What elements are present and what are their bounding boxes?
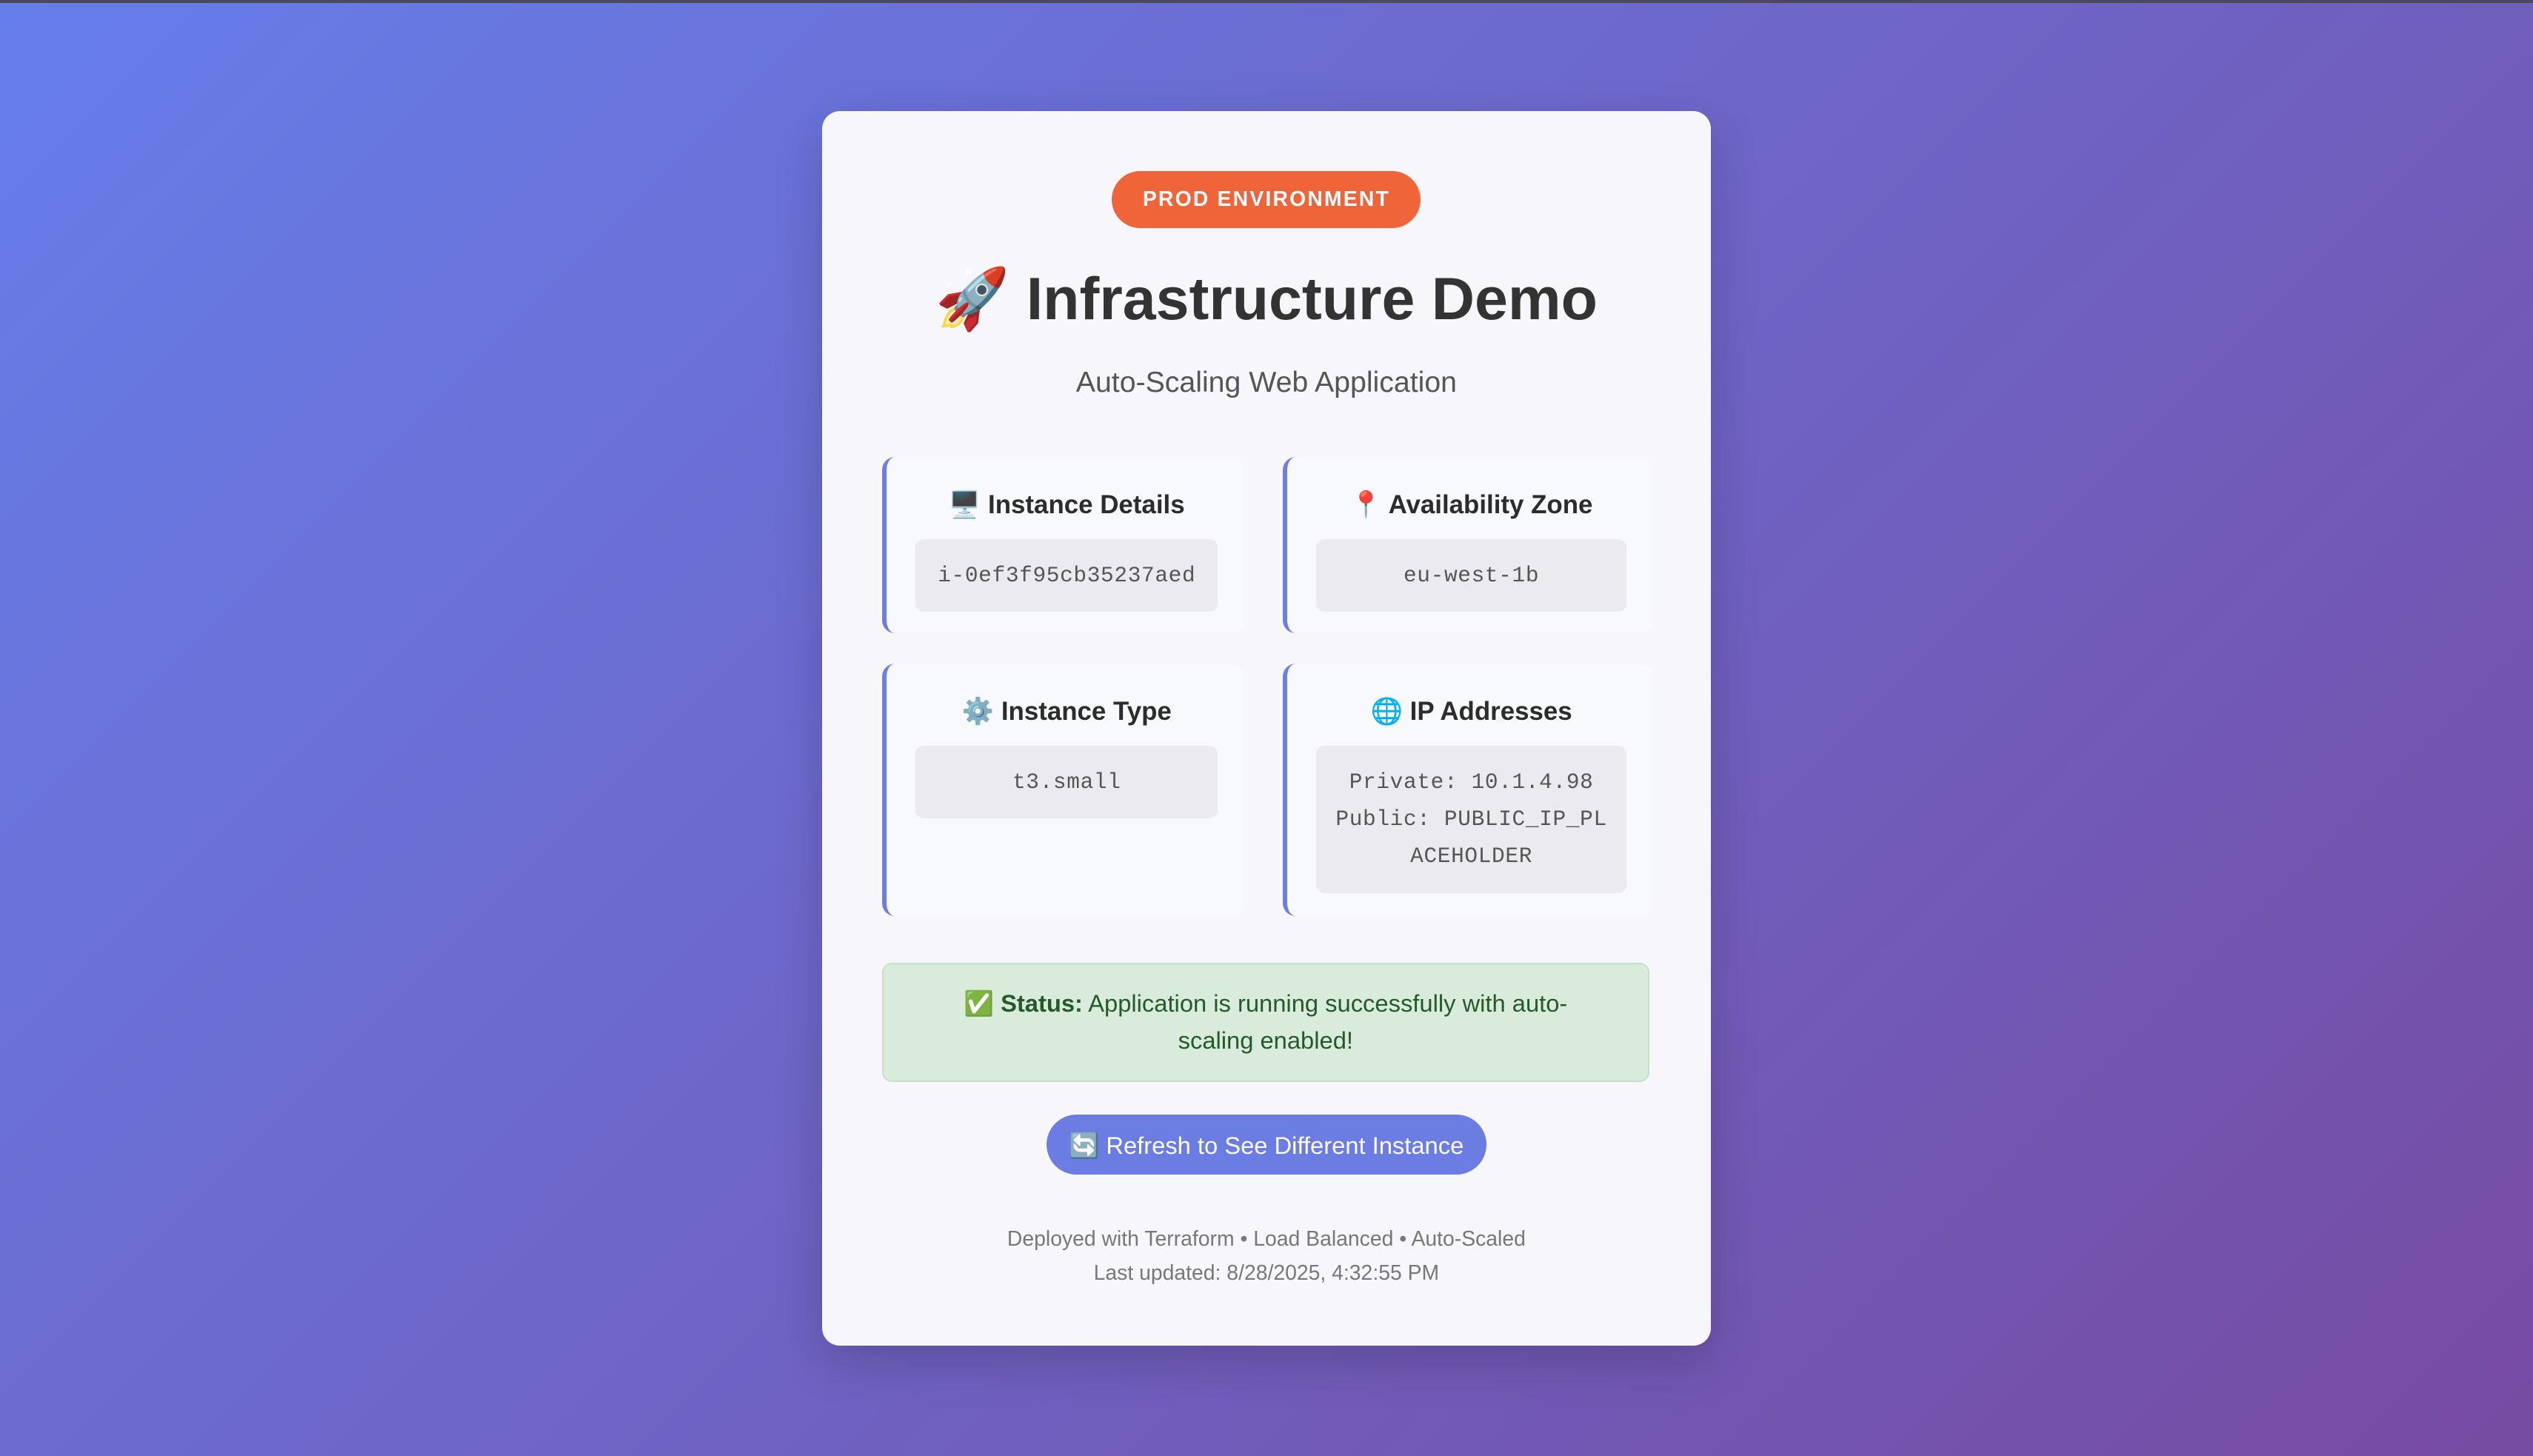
instance-details-card: 🖥️ Instance Details i-0ef3f95cb35237aed [881, 457, 1244, 633]
refresh-icon: 🔄 [1069, 1132, 1100, 1160]
status-text: Application is running successfully with… [1088, 989, 1568, 1055]
status-message: ✅ Status: Application is running success… [881, 962, 1649, 1083]
page-subtitle: Auto-Scaling Web Application [1075, 366, 1457, 399]
instance-type-card: ⚙️ Instance Type t3.small [881, 664, 1244, 916]
footer-last-updated: Last updated: 8/28/2025, 4:32:55 PM [1093, 1260, 1440, 1285]
page-title-text: Infrastructure Demo [1026, 265, 1598, 333]
rocket-icon: 🚀 [935, 265, 1010, 333]
instance-type-value: t3.small [915, 746, 1218, 819]
gear-icon: ⚙️ [961, 696, 995, 726]
computer-icon: 🖥️ [948, 490, 981, 519]
environment-badge: PROD ENVIRONMENT [1112, 171, 1421, 228]
refresh-button-label: Refresh to See Different Instance [1106, 1132, 1464, 1160]
ip-addresses-card: 🌐 IP Addresses Private: 10.1.4.98 Public… [1282, 664, 1653, 916]
card-title: Instance Type [1001, 696, 1172, 726]
footer-deploy-info: Deployed with Terraform • Load Balanced … [1007, 1227, 1526, 1251]
check-icon: ✅ [964, 989, 994, 1018]
info-grid: 🖥️ Instance Details i-0ef3f95cb35237aed … [881, 457, 1653, 916]
availability-zone-card: 📍 Availability Zone eu-west-1b [1282, 457, 1653, 633]
main-card: PROD ENVIRONMENT 🚀 Infrastructure Demo A… [822, 111, 1711, 1346]
status-label: Status: [1001, 989, 1083, 1018]
availability-zone-value: eu-west-1b [1315, 538, 1627, 612]
ip-addresses-value: Private: 10.1.4.98 Public: PUBLIC_IP_PLA… [1315, 746, 1627, 893]
page-title: 🚀 Infrastructure Demo [822, 264, 1711, 334]
private-ip: Private: 10.1.4.98 [1349, 769, 1594, 795]
card-title: Instance Details [988, 490, 1185, 519]
globe-icon: 🌐 [1370, 696, 1403, 726]
refresh-button[interactable]: 🔄 Refresh to See Different Instance [1047, 1114, 1486, 1175]
card-title: IP Addresses [1409, 696, 1572, 726]
instance-id-value: i-0ef3f95cb35237aed [915, 538, 1218, 612]
footer: Deployed with Terraform • Load Balanced … [822, 1223, 1711, 1291]
public-ip: Public: PUBLIC_IP_PLACEHOLDER [1335, 807, 1607, 869]
card-title: Availability Zone [1388, 490, 1593, 519]
pin-icon: 📍 [1349, 490, 1383, 519]
